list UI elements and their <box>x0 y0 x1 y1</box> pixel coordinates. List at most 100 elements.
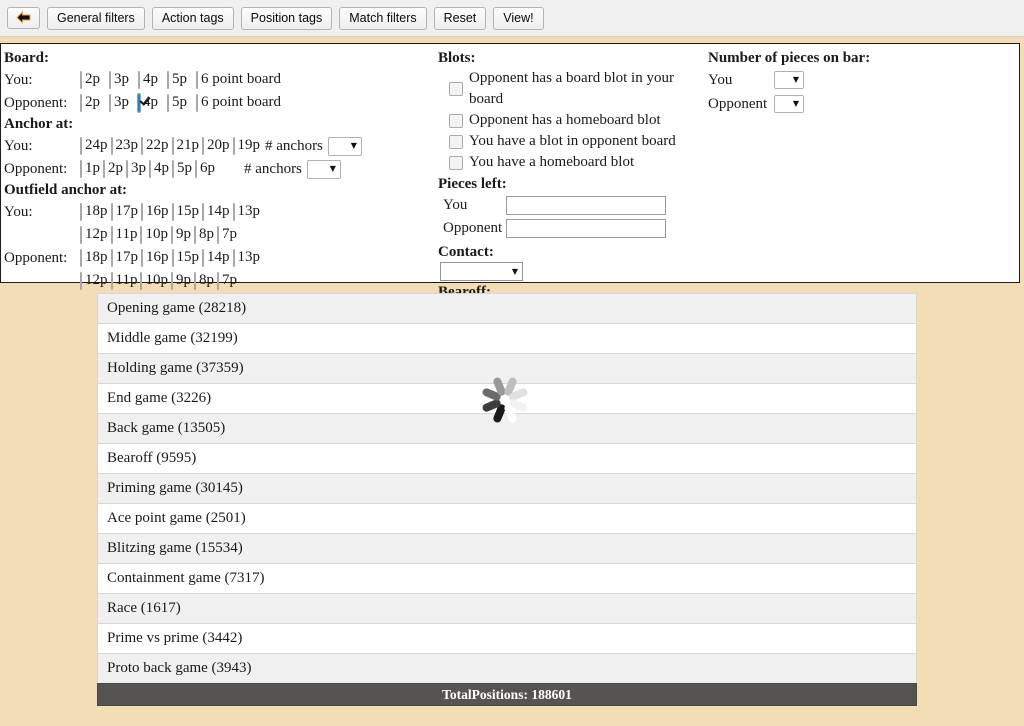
anchor-you-checkbox-24p[interactable] <box>80 137 82 155</box>
position-category-label: Ace point game (2501) <box>107 510 246 526</box>
contact-select[interactable] <box>440 262 523 281</box>
outfield-opponent-checkbox-8p[interactable] <box>193 272 196 290</box>
anchor-you-checkbox-21p[interactable] <box>171 137 174 155</box>
outfield-you-checkbox-18p[interactable] <box>80 203 82 221</box>
position-category-row[interactable]: Prime vs prime (3442) <box>97 623 917 653</box>
board-opponent-label-6-point-board: 6 point board <box>201 94 281 110</box>
anchor-opponent-checkbox-3p[interactable] <box>126 160 128 178</box>
anchor-opponent-checkbox-1p[interactable] <box>80 160 82 178</box>
outfield-you-checkbox-8p[interactable] <box>193 226 196 244</box>
blot-checkbox-3[interactable] <box>449 155 463 170</box>
anchor-opponent-count-select[interactable] <box>306 160 341 179</box>
board-you-checkbox-2p[interactable] <box>80 71 82 89</box>
toolbar: General filters Action tags Position tag… <box>0 0 1024 37</box>
anchor-opponent-checkbox-2p[interactable] <box>103 160 105 178</box>
pieces-left-opponent-label: Opponent <box>443 220 503 236</box>
outfield-you-label-18p: 18p <box>85 203 108 219</box>
board-you-label-4p: 4p <box>143 71 158 87</box>
bar-opponent-label: Opponent <box>708 96 768 112</box>
pieces-left-opponent-row: Opponent <box>438 217 708 240</box>
outfield-you-checkbox-16p[interactable] <box>141 203 143 221</box>
outfield-you-checkbox-10p[interactable] <box>140 226 143 244</box>
back-button[interactable] <box>7 7 40 29</box>
position-category-row[interactable]: Middle game (32199) <box>97 323 917 353</box>
outfield-opponent-checkbox-15p[interactable] <box>171 249 174 267</box>
position-category-row[interactable]: Containment game (7317) <box>97 563 917 593</box>
board-opponent-checkbox-6-point-board[interactable] <box>196 94 198 112</box>
bar-you-select[interactable] <box>774 70 804 89</box>
position-category-row[interactable]: Blitzing game (15534) <box>97 533 917 563</box>
anchor-you-count-label: # anchors <box>265 137 323 154</box>
anchor-opponent-checkbox-6p[interactable] <box>195 160 197 178</box>
board-filters-column: Board: You: 2p 3p 4p 5p 6 point board Oppone… <box>4 48 434 292</box>
anchor-you-checkbox-20p[interactable] <box>202 137 204 155</box>
position-category-row[interactable]: Opening game (28218) <box>97 293 917 323</box>
outfield-opponent-checkbox-16p[interactable] <box>141 249 143 267</box>
outfield-you-checkbox-12p[interactable] <box>80 226 82 244</box>
board-opponent-label-5p: 5p <box>172 94 187 110</box>
loading-spinner <box>474 369 536 431</box>
position-category-row[interactable]: Race (1617) <box>97 593 917 623</box>
general-filters-button[interactable]: General filters <box>47 6 145 30</box>
anchor-you-count-select[interactable] <box>327 137 362 156</box>
board-you-checkbox-6-point-board[interactable] <box>196 71 198 89</box>
board-you-label-5p: 5p <box>172 71 187 87</box>
pieces-left-you-input[interactable] <box>506 196 666 215</box>
pieces-left-section-title: Pieces left: <box>438 176 507 192</box>
board-you-checkbox-3p[interactable] <box>109 71 111 89</box>
pieces-left-opponent-input[interactable] <box>506 219 666 238</box>
outfield-opponent-checkbox-9p[interactable] <box>170 272 173 290</box>
outfield-opponent-checkbox-12p[interactable] <box>80 272 82 290</box>
board-opponent-checkbox-3p[interactable] <box>109 94 111 112</box>
outfield-you-checkbox-15p[interactable] <box>171 203 174 221</box>
outfield-you-checkbox-14p[interactable] <box>202 203 204 221</box>
anchor-you-checkbox-19p[interactable] <box>232 137 235 155</box>
outfield-opponent-checkbox-18p[interactable] <box>80 249 82 267</box>
position-tags-button[interactable]: Position tags <box>240 6 333 30</box>
outfield-you-checkbox-7p[interactable] <box>216 226 219 244</box>
blot-checkbox-2[interactable] <box>449 134 463 149</box>
position-category-row[interactable]: Ace point game (2501) <box>97 503 917 533</box>
anchor-opponent-checkbox-4p[interactable] <box>149 160 151 178</box>
position-category-row[interactable]: Proto back game (3943) <box>97 653 917 683</box>
anchor-you-label-21p: 21p <box>176 137 200 153</box>
board-opponent-checkbox-5p[interactable] <box>167 94 169 112</box>
blot-checkbox-0[interactable] <box>449 82 463 96</box>
anchor-you-checkbox-23p[interactable] <box>110 137 113 155</box>
outfield-you-label-15p: 15p <box>176 203 200 219</box>
board-you-checkbox-4p[interactable] <box>138 71 140 89</box>
position-category-row[interactable]: Bearoff (9595) <box>97 443 917 473</box>
blot-checkbox-1[interactable] <box>449 113 463 128</box>
outfield-you-label-17p: 17p <box>115 203 139 219</box>
board-opponent-label: Opponent: <box>4 94 68 111</box>
outfield-opponent-label-15p: 15p <box>176 249 200 265</box>
anchor-opponent-checkbox-5p[interactable] <box>172 160 174 178</box>
outfield-opponent-checkbox-13p[interactable] <box>232 249 235 267</box>
anchor-you-checkbox-22p[interactable] <box>141 137 143 155</box>
outfield-opponent-checkbox-14p[interactable] <box>202 249 204 267</box>
outfield-opponent-checkbox-17p[interactable] <box>110 249 113 267</box>
bar-opponent-select[interactable] <box>774 94 804 113</box>
action-tags-button[interactable]: Action tags <box>151 6 234 30</box>
blot-option-row: You have a homeboard blot <box>438 152 708 173</box>
view-button[interactable]: View! <box>493 6 544 30</box>
outfield-you-label-16p: 16p <box>146 203 169 219</box>
anchor-opponent-label-5p: 5p <box>177 160 192 176</box>
board-opponent-checkbox-4p[interactable] <box>138 94 140 112</box>
outfield-you-checkbox-9p[interactable] <box>170 226 173 244</box>
board-you-checkboxes: 2p 3p 4p 5p 6 point board <box>80 68 290 91</box>
outfield-opponent-checkbox-7p[interactable] <box>216 272 219 290</box>
position-category-row[interactable]: Priming game (30145) <box>97 473 917 503</box>
position-category-label: Priming game (30145) <box>107 480 243 496</box>
pieces-left-you-label: You <box>443 197 468 213</box>
match-filters-button[interactable]: Match filters <box>339 6 427 30</box>
board-opponent-checkbox-2p[interactable] <box>80 94 82 112</box>
reset-button[interactable]: Reset <box>433 6 487 30</box>
outfield-you-checkbox-17p[interactable] <box>110 203 113 221</box>
outfield-opponent-checkbox-10p[interactable] <box>140 272 143 290</box>
board-you-checkbox-5p[interactable] <box>167 71 169 89</box>
outfield-opponent-checkbox-11p[interactable] <box>110 272 113 290</box>
position-category-label: Back game (13505) <box>107 420 226 436</box>
outfield-you-checkbox-11p[interactable] <box>110 226 113 244</box>
outfield-you-checkbox-13p[interactable] <box>232 203 235 221</box>
